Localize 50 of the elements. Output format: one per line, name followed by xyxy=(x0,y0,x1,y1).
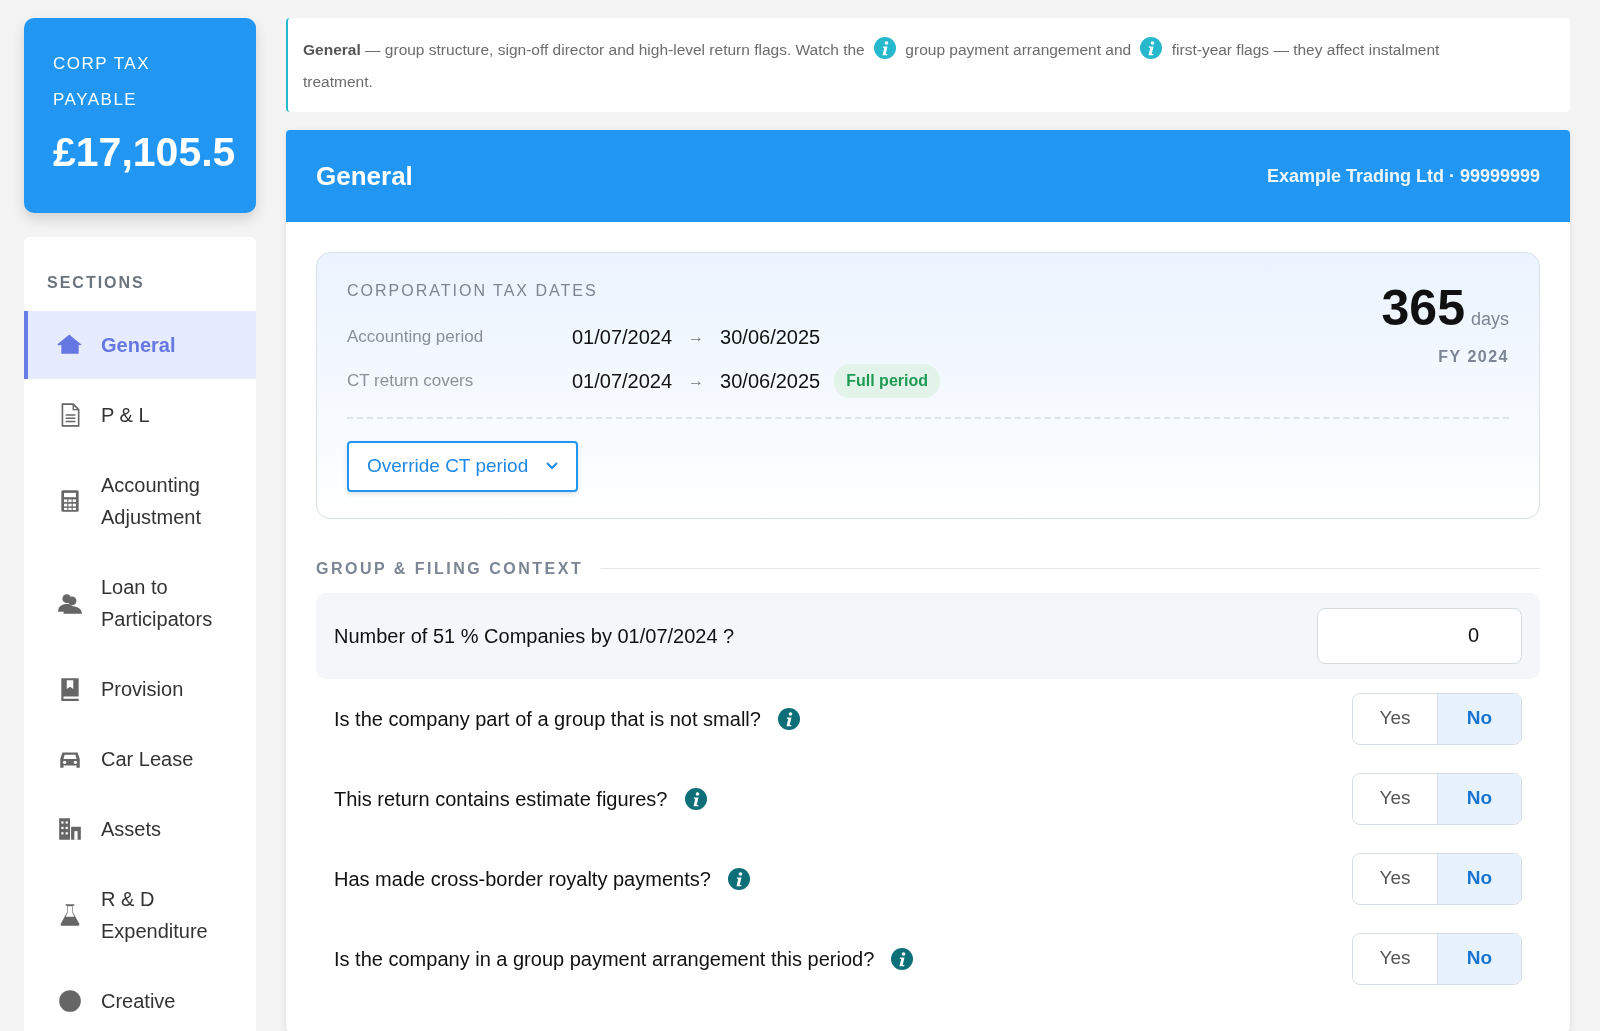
end-date: 30/06/2025 xyxy=(720,369,821,394)
start-date: 01/07/2024 xyxy=(572,369,673,394)
banner-text: group payment arrangement and xyxy=(905,41,1132,58)
end-date: 30/06/2025 xyxy=(720,325,821,350)
info-icon xyxy=(1140,37,1163,59)
date-label: Accounting period xyxy=(347,326,485,349)
info-icon xyxy=(777,707,800,730)
sections-heading: SECTIONS xyxy=(46,273,146,294)
sidebar-item[interactable]: P & L xyxy=(24,381,256,450)
arrow-text: → xyxy=(688,327,705,347)
company-label: Example Trading Ltd · 99999999 xyxy=(1266,164,1540,188)
arrow-text: → xyxy=(688,371,705,391)
panel-title: General xyxy=(316,159,413,193)
toggle-option[interactable]: No xyxy=(1437,693,1521,744)
toggle-option[interactable]: No xyxy=(1437,853,1521,904)
section-heading: GROUP & FILING CONTEXT xyxy=(316,558,584,579)
sidebar-item[interactable]: R & D Expenditure xyxy=(24,865,256,966)
tax-payable-amount: £17,105.5 xyxy=(53,130,237,176)
banner-text: first-year flags — they affect instalment xyxy=(1171,41,1440,58)
sidebar-item[interactable]: Creative xyxy=(24,967,256,1031)
sidebar-item[interactable]: Accounting Adjustment xyxy=(24,451,256,552)
sidebar-item[interactable]: Provision xyxy=(24,655,256,724)
days-count: 365 xyxy=(1381,280,1465,336)
banner-text: General — group structure, sign-off director and high-level return flags. Watch the xyxy=(303,41,865,58)
sidebar-item[interactable]: Loan to Participators xyxy=(24,553,256,654)
info-icon xyxy=(727,867,750,890)
question-text: Has made cross-border royalty payments? xyxy=(334,866,711,892)
info-icon xyxy=(891,947,914,970)
question-text: Is the company in a group payment arrangement this period? xyxy=(334,946,875,972)
buildings-icon xyxy=(57,816,83,843)
sidebar-item[interactable]: Car Lease xyxy=(24,725,256,794)
start-date: 01/07/2024 xyxy=(572,325,673,350)
info-icon xyxy=(874,37,897,59)
sidebar-item[interactable]: Assets xyxy=(24,795,256,864)
question-text: Number of 51 % Companies by 01/07/2024 ? xyxy=(334,623,735,649)
toggle-option[interactable]: No xyxy=(1437,933,1521,984)
status-badge: Full period xyxy=(834,364,940,398)
banner-text: treatment. xyxy=(303,73,373,90)
question-text: Is the company part of a group that is not small? xyxy=(334,706,761,732)
number-field[interactable]: 0 xyxy=(1317,607,1522,664)
dates-heading: CORPORATION TAX DATES xyxy=(347,281,599,301)
override-period-button[interactable]: Override CT period xyxy=(347,441,579,492)
date-label: CT return covers xyxy=(347,370,475,393)
tax-payable-label: CORP TAX PAYABLE xyxy=(53,53,152,111)
toggle-option[interactable]: No xyxy=(1437,773,1521,824)
question-text: This return contains estimate figures? xyxy=(334,786,668,812)
fiscal-year: FY 2024 xyxy=(1437,347,1509,367)
chevron-down-icon xyxy=(546,462,559,471)
days-unit: days xyxy=(1470,309,1509,329)
info-icon xyxy=(684,787,707,810)
